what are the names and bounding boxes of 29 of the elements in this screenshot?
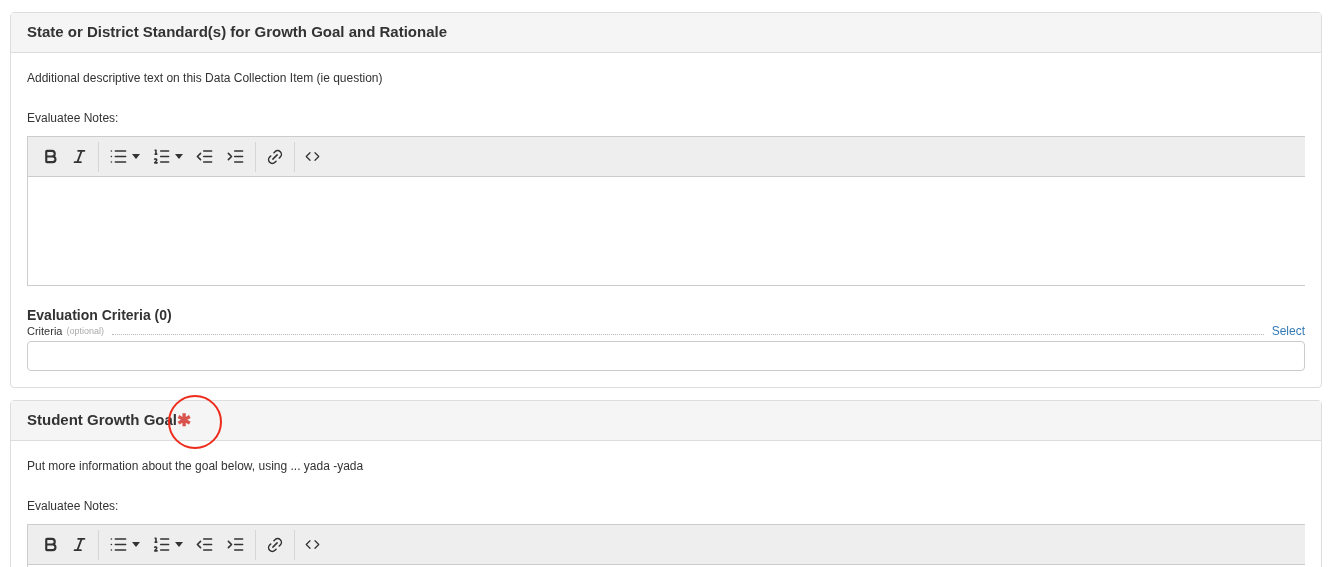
notes-label: Evaluatee Notes: <box>27 110 120 127</box>
numbered-list-icon <box>152 147 171 166</box>
bold-icon <box>42 536 59 553</box>
caret-icon <box>132 542 140 547</box>
section-title: State or District Standard(s) for Growth Goal and Rationale <box>27 22 448 43</box>
criteria-heading: Evaluation Criteria (0) <box>27 306 173 324</box>
code-icon <box>305 537 320 552</box>
italic-icon <box>71 536 88 553</box>
indent-icon <box>226 535 245 554</box>
bullet-list-icon <box>109 535 128 554</box>
criteria-label: Criteria <box>27 324 63 338</box>
caret-icon <box>175 542 183 547</box>
bold-icon <box>42 148 59 165</box>
italic-icon <box>71 148 88 165</box>
code-icon <box>305 149 320 164</box>
numbered-list-icon <box>152 535 171 554</box>
outdent-icon <box>195 535 214 554</box>
caret-icon <box>132 154 140 159</box>
outdent-icon <box>195 147 214 166</box>
section-description: Put more information about the goal below, using ... yada -yada <box>27 458 365 475</box>
indent-icon <box>226 147 245 166</box>
section-description: Additional descriptive text on this Data Collection Item (ie question) <box>27 70 384 87</box>
optional-hint: (optional) <box>66 325 104 338</box>
caret-icon <box>175 154 183 159</box>
notes-label: Evaluatee Notes: <box>27 498 120 515</box>
required-mark: ✱ <box>177 409 191 432</box>
select-link[interactable]: Select <box>1271 324 1305 338</box>
criteria-field[interactable] <box>27 341 1305 371</box>
bullet-list-icon <box>109 147 128 166</box>
